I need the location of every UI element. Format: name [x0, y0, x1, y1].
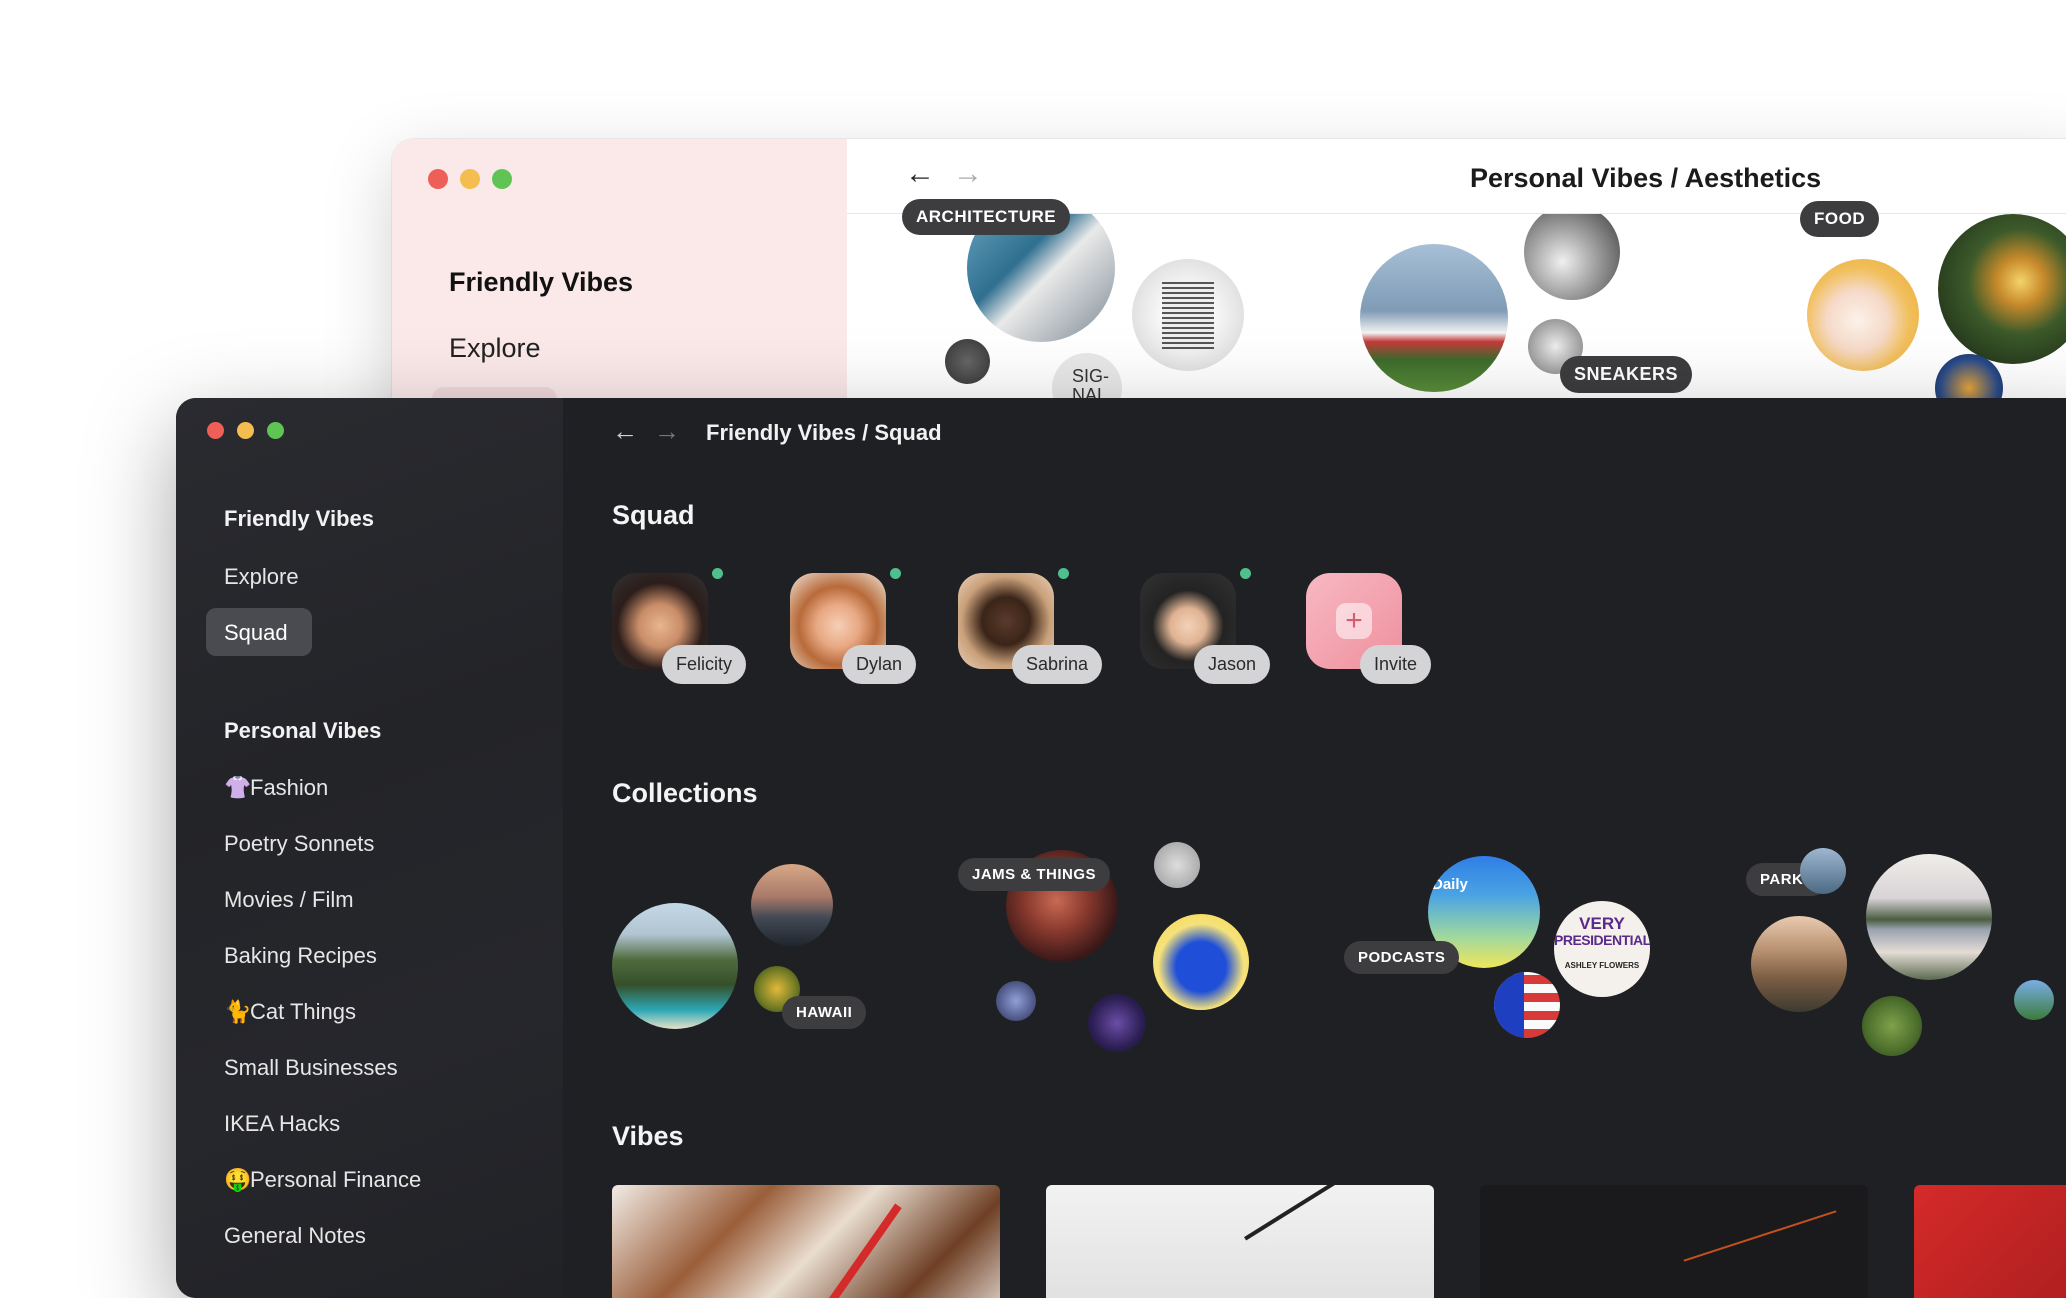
sidebar-item-label: Cat Things [250, 999, 356, 1024]
sidebar-item-baking[interactable]: Baking Recipes [224, 943, 377, 969]
concert-image[interactable] [1088, 994, 1146, 1052]
vibe-card-dog[interactable] [612, 1185, 1000, 1298]
sidebar-heading-personal-vibes[interactable]: Personal Vibes [224, 718, 381, 744]
online-indicator [1240, 568, 1251, 579]
vibe-card-sign[interactable] [1914, 1185, 2066, 1298]
invite-label[interactable]: Invite [1360, 645, 1432, 684]
very-presidential-image[interactable]: VERY PRESIDENTIAL ASHLEY FLOWERS [1554, 901, 1650, 997]
forest-image[interactable] [1862, 996, 1922, 1056]
minimize-button[interactable] [460, 169, 480, 189]
album-art-image[interactable] [1153, 914, 1249, 1010]
hawaii-image[interactable] [612, 903, 738, 1029]
tag-hawaii[interactable]: HAWAII [782, 996, 867, 1029]
window-controls [207, 422, 284, 439]
member-name-jason[interactable]: Jason [1194, 645, 1271, 684]
sidebar-item-label: Personal Finance [250, 1167, 422, 1192]
mountain-image[interactable] [1751, 916, 1847, 1012]
small-music-image[interactable] [996, 981, 1036, 1021]
cat-emoji-icon: 🐈 [224, 999, 252, 1024]
tag-food[interactable]: FOOD [1800, 201, 1880, 237]
close-button[interactable] [207, 422, 224, 439]
vibe-card-cable[interactable] [1046, 1185, 1434, 1298]
back-arrow-icon[interactable]: ← [612, 416, 638, 447]
member-name-sabrina[interactable]: Sabrina [1012, 645, 1103, 684]
minimize-button[interactable] [237, 422, 254, 439]
breadcrumb: Personal Vibes / Aesthetics [1470, 163, 1822, 193]
window-controls [428, 169, 512, 189]
sidebar-item-cat-things[interactable]: 🐈Cat Things [224, 999, 356, 1025]
lake-image[interactable] [1866, 854, 1992, 980]
sidebar-heading-friendly-vibes[interactable]: Friendly Vibes [449, 267, 633, 298]
vibe-card-dark[interactable] [1480, 1185, 1868, 1298]
front-window: Friendly Vibes Explore Squad Personal Vi… [176, 398, 2066, 1298]
tag-sneakers[interactable]: SNEAKERS [1560, 356, 1693, 393]
sidebar-item-fashion[interactable]: 👚Fashion [224, 775, 328, 801]
sidebar-item-personal-finance[interactable]: 🤑Personal Finance [224, 1167, 421, 1193]
section-title-vibes: Vibes [612, 1121, 684, 1151]
document-image[interactable] [1132, 259, 1244, 371]
presidential-text-1: VERY [1579, 914, 1625, 933]
sidebar: Friendly Vibes Explore Squad Personal Vi… [176, 398, 563, 1298]
section-title-squad: Squad [612, 500, 695, 530]
receipt-image[interactable] [1154, 842, 1200, 888]
coast-image[interactable] [751, 864, 833, 946]
sidebar-item-movies[interactable]: Movies / Film [224, 887, 354, 913]
sidebar-item-explore[interactable]: Explore [224, 564, 299, 590]
sidebar-item-ikea-hacks[interactable]: IKEA Hacks [224, 1111, 340, 1137]
back-arrow-icon[interactable]: ← [905, 157, 935, 191]
sneaker-closeup-image[interactable] [1524, 204, 1620, 300]
food-plate-image[interactable] [1938, 214, 2066, 364]
presidential-text-2: PRESIDENTIAL [1554, 932, 1650, 948]
tag-jams-things[interactable]: JAMS & THINGS [958, 858, 1111, 891]
zoom-button[interactable] [492, 169, 512, 189]
flag-image[interactable] [1494, 972, 1560, 1038]
sidebar-item-poetry[interactable]: Poetry Sonnets [224, 831, 374, 857]
sidebar-item-explore[interactable]: Explore [449, 333, 541, 364]
sidebar-item-general-notes[interactable]: General Notes [224, 1223, 366, 1249]
online-indicator [1058, 568, 1069, 579]
online-indicator [712, 568, 723, 579]
sidebar-item-label: Fashion [250, 775, 329, 800]
section-title-collections: Collections [612, 778, 758, 808]
shirt-emoji-icon: 👚 [224, 775, 252, 800]
member-name-felicity[interactable]: Felicity [662, 645, 747, 684]
sneakers-image[interactable] [1360, 244, 1508, 392]
online-indicator [890, 568, 901, 579]
small-park-image[interactable] [1800, 848, 1846, 894]
ice-cream-image[interactable] [1807, 259, 1919, 371]
tiny-park-image[interactable] [2014, 980, 2054, 1020]
money-face-emoji-icon: 🤑 [224, 1167, 252, 1192]
breadcrumb: Friendly Vibes / Squad [706, 420, 942, 445]
forward-arrow-icon[interactable]: → [654, 416, 680, 447]
sidebar-item-squad[interactable]: Squad [224, 620, 288, 646]
member-name-dylan[interactable]: Dylan [842, 645, 917, 684]
close-button[interactable] [428, 169, 448, 189]
presidential-text-3: ASHLEY FLOWERS [1564, 961, 1640, 970]
zoom-button[interactable] [267, 422, 284, 439]
sidebar-heading-friendly-vibes[interactable]: Friendly Vibes [224, 506, 374, 532]
sidebar-item-small-businesses[interactable]: Small Businesses [224, 1055, 398, 1081]
small-image[interactable] [945, 339, 990, 384]
tag-architecture[interactable]: ARCHITECTURE [902, 199, 1071, 235]
tag-podcasts[interactable]: PODCASTS [1344, 941, 1460, 974]
plus-icon: + [1336, 603, 1372, 639]
forward-arrow-icon[interactable]: → [953, 157, 983, 191]
daily-text: e Daily [1432, 861, 1468, 893]
